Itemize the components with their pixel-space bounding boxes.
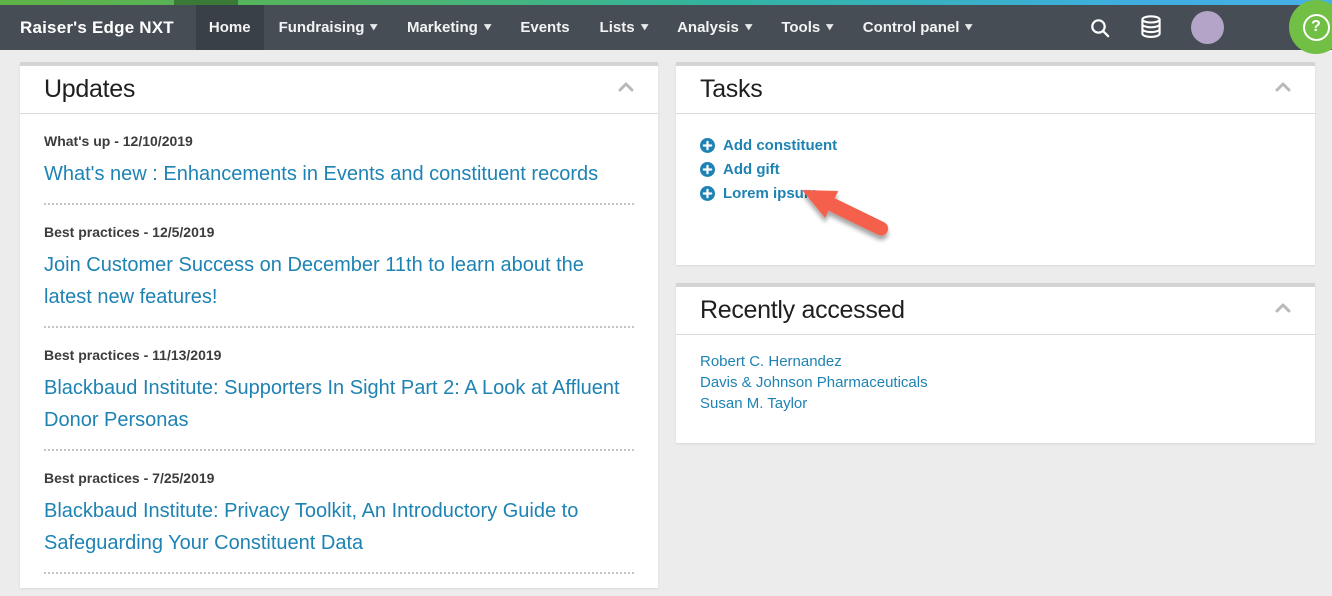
nav-item-marketing[interactable]: Marketing ▾ — [392, 5, 505, 50]
update-item: Best practices - 11/13/2019 Blackbaud In… — [44, 328, 634, 451]
add-gift-link[interactable]: Add gift — [700, 157, 1291, 181]
updates-header: Updates — [20, 66, 658, 114]
dotted-divider — [44, 572, 634, 574]
search-icon[interactable] — [1089, 17, 1111, 39]
nav-item-tools[interactable]: Tools ▾ — [766, 5, 847, 50]
chevron-down-icon: ▾ — [371, 22, 378, 33]
update-meta: Best practices - 7/25/2019 — [44, 451, 634, 486]
chevron-down-icon: ▾ — [745, 22, 752, 33]
update-meta: Best practices - 12/5/2019 — [44, 205, 634, 240]
task-label: Add gift — [723, 161, 780, 178]
updates-panel: Updates What's up - 12/10/2019 What's ne… — [20, 62, 658, 588]
active-tab-strip — [174, 0, 238, 5]
tasks-title: Tasks — [700, 75, 762, 104]
tasks-header: Tasks — [676, 66, 1315, 114]
chevron-down-icon: ▾ — [966, 22, 973, 33]
brand-gradient-strip — [0, 0, 1332, 5]
nav-item-label: Lists — [600, 19, 635, 36]
add-constituent-link[interactable]: Add constituent — [700, 133, 1291, 157]
chevron-down-icon: ▾ — [484, 22, 491, 33]
recent-record-link[interactable]: Susan M. Taylor — [700, 393, 1291, 414]
update-meta: What's up - 12/10/2019 — [44, 114, 634, 149]
update-link[interactable]: Join Customer Success on December 11th t… — [44, 249, 634, 313]
collapse-chevron-up-icon[interactable] — [1275, 82, 1291, 92]
question-mark-icon: ? — [1303, 14, 1330, 41]
task-label: Add constituent — [723, 137, 837, 154]
recently-accessed-header: Recently accessed — [676, 287, 1315, 335]
update-item: What's up - 12/10/2019 What's new : Enha… — [44, 114, 634, 205]
plus-circle-icon — [700, 186, 715, 201]
recent-record-link[interactable]: Robert C. Hernandez — [700, 351, 1291, 372]
tasks-panel: Tasks Add constituent Add gift — [676, 62, 1315, 265]
update-link[interactable]: Blackbaud Institute: Privacy Toolkit, An… — [44, 495, 634, 559]
nav-item-home[interactable]: Home — [196, 5, 264, 50]
nav-item-label: Control panel — [863, 19, 960, 36]
annotation-arrow — [792, 172, 917, 244]
user-avatar[interactable] — [1191, 11, 1224, 44]
updates-title: Updates — [44, 75, 135, 104]
nav-item-label: Analysis — [677, 19, 739, 36]
plus-circle-icon — [700, 138, 715, 153]
nav-item-analysis[interactable]: Analysis ▾ — [662, 5, 766, 50]
app-title: Raiser's Edge NXT — [0, 5, 196, 50]
database-icon[interactable] — [1139, 15, 1163, 41]
help-glyph: ? — [1311, 18, 1321, 36]
update-item: Best practices - 7/25/2019 Blackbaud Ins… — [44, 451, 634, 574]
recently-accessed-panel: Recently accessed Robert C. Hernandez Da… — [676, 283, 1315, 443]
nav-item-label: Tools — [781, 19, 820, 36]
recently-accessed-list: Robert C. Hernandez Davis & Johnson Phar… — [676, 335, 1315, 414]
nav-item-lists[interactable]: Lists ▾ — [585, 5, 663, 50]
collapse-chevron-up-icon[interactable] — [618, 82, 634, 92]
nav-tabs: Home Fundraising ▾ Marketing ▾ Events Li… — [196, 5, 987, 50]
update-link[interactable]: What's new : Enhancements in Events and … — [44, 158, 634, 190]
collapse-chevron-up-icon[interactable] — [1275, 303, 1291, 313]
nav-item-label: Home — [209, 19, 251, 36]
nav-item-label: Events — [520, 19, 569, 36]
update-meta: Best practices - 11/13/2019 — [44, 328, 634, 363]
chevron-down-icon: ▾ — [827, 22, 834, 33]
updates-list: What's up - 12/10/2019 What's new : Enha… — [20, 114, 658, 574]
plus-circle-icon — [700, 162, 715, 177]
nav-item-label: Fundraising — [279, 19, 365, 36]
nav-item-fundraising[interactable]: Fundraising ▾ — [264, 5, 392, 50]
nav-item-control-panel[interactable]: Control panel ▾ — [848, 5, 987, 50]
tasks-list: Add constituent Add gift Lorem ipsum — [676, 114, 1315, 205]
update-item: Best practices - 12/5/2019 Join Customer… — [44, 205, 634, 328]
nav-item-events[interactable]: Events — [505, 5, 584, 50]
update-link[interactable]: Blackbaud Institute: Supporters In Sight… — [44, 372, 634, 436]
chevron-down-icon: ▾ — [641, 22, 648, 33]
lorem-ipsum-link[interactable]: Lorem ipsum — [700, 181, 1291, 205]
recent-record-link[interactable]: Davis & Johnson Pharmaceuticals — [700, 372, 1291, 393]
recently-accessed-title: Recently accessed — [700, 296, 905, 325]
top-navbar: Raiser's Edge NXT Home Fundraising ▾ Mar… — [0, 5, 1332, 50]
nav-item-label: Marketing — [407, 19, 478, 36]
